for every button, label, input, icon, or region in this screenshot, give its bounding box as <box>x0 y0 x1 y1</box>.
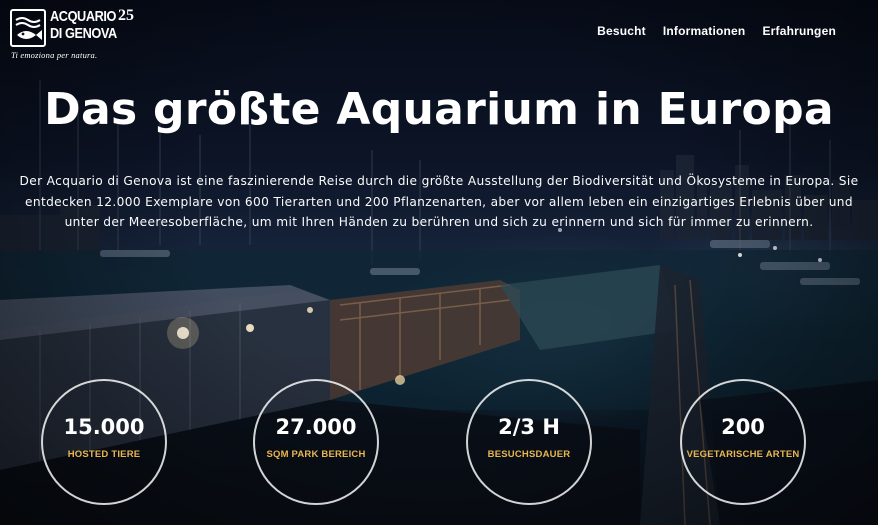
hero-description: Der Acquario di Genova ist eine faszinie… <box>19 174 859 229</box>
stat-circle-visit-duration: 2/3 H BESUCHSDAUER <box>466 379 592 505</box>
anniversary-badge: 25 <box>118 7 134 24</box>
stat-label: HOSTED TIERE <box>67 449 141 460</box>
main-navigation: Besucht Informationen Erfahrungen <box>597 24 836 38</box>
nav-item-besucht[interactable]: Besucht <box>597 24 646 38</box>
brand-tagline: Ti emoziona per natura. <box>11 50 98 60</box>
stat-value: 15.000 <box>63 415 145 439</box>
nav-item-informationen[interactable]: Informationen <box>663 24 746 38</box>
stat-label: SQM PARK BEREICH <box>266 449 366 460</box>
stat-value: 200 <box>721 415 765 439</box>
brand-logo[interactable]: ACQUARIO DI GENOVA 25 Ti emoziona per na… <box>10 8 150 60</box>
stat-value: 27.000 <box>275 415 357 439</box>
brand-name: ACQUARIO DI GENOVA <box>50 8 118 42</box>
stat-value: 2/3 H <box>498 415 560 439</box>
nav-item-erfahrungen[interactable]: Erfahrungen <box>762 24 836 38</box>
stat-label: BESUCHSDAUER <box>487 449 571 460</box>
brand-name-line1: ACQUARIO <box>50 8 117 25</box>
stat-circle-plant-species: 200 VEGETARISCHE ARTEN <box>680 379 806 505</box>
brand-name-line2: DI GENOVA <box>50 25 117 42</box>
stat-label: VEGETARISCHE ARTEN <box>686 449 800 460</box>
stat-circle-park-area: 27.000 SQM PARK BEREICH <box>253 379 379 505</box>
fish-logo-icon <box>10 9 46 47</box>
stat-circle-animals: 15.000 HOSTED TIERE <box>41 379 167 505</box>
page-title: Das größte Aquarium in Europa <box>44 84 834 135</box>
